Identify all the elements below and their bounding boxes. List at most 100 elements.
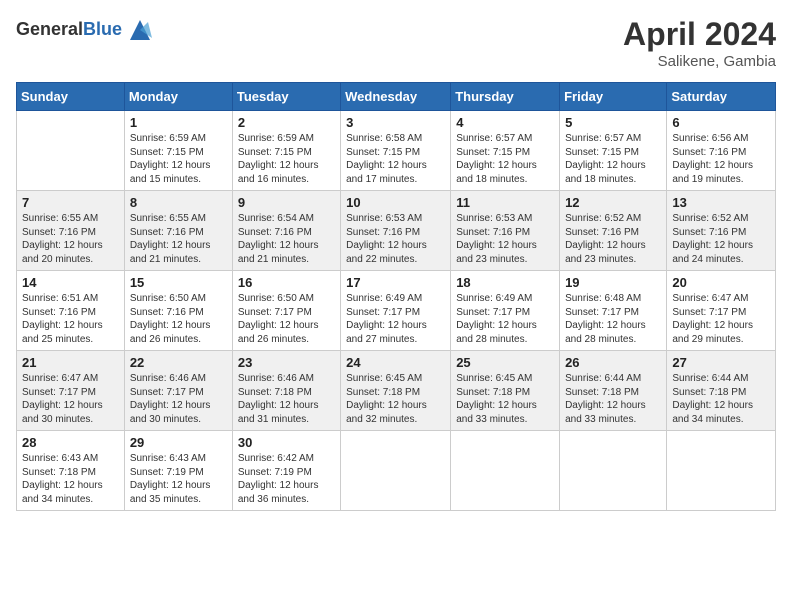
day-info: Sunrise: 6:44 AM Sunset: 7:18 PM Dayligh… [565,372,661,426]
weekday-header-tuesday: Tuesday [232,83,340,111]
calendar-cell: 28Sunrise: 6:43 AM Sunset: 7:18 PM Dayli… [17,431,125,511]
calendar-cell: 27 Sunrise: 6:44 AM Sunset: 7:18 PM Dayli… [667,351,776,431]
day-number: 11 [456,195,554,210]
calendar-cell: 16 Sunrise: 6:50 AM Sunset: 7:17 PM Dayli… [232,271,340,351]
page-header: GeneralBlue April 2024 Salikene, Gambia [16,16,776,70]
day-number: 9 [238,195,335,210]
day-number: 7 [22,195,119,210]
day-info: Sunrise: 6:57 AM Sunset: 7:15 PM Dayligh… [456,132,554,186]
day-info: Sunrise: 6:45 AM Sunset: 7:18 PM Dayligh… [456,372,554,426]
weekday-header-thursday: Thursday [451,83,560,111]
day-number: 16 [238,275,335,290]
day-info: Sunrise: 6:57 AM Sunset: 7:15 PM Dayligh… [565,132,661,186]
day-info: Sunrise: 6:46 AM Sunset: 7:18 PM Dayligh… [238,372,335,426]
day-number: 18 [456,275,554,290]
day-number: 24 [346,355,445,370]
day-info: Sunrise: 6:51 AM Sunset: 7:16 PM Dayligh… [22,292,119,346]
day-info: Sunrise: 6:42 AM Sunset: 7:19 PM Dayligh… [238,452,335,506]
calendar-cell: 26 Sunrise: 6:44 AM Sunset: 7:18 PM Dayli… [560,351,667,431]
weekday-header-monday: Monday [124,83,232,111]
calendar-cell: 22Sunrise: 6:46 AM Sunset: 7:17 PM Dayli… [124,351,232,431]
day-info: Sunrise: 6:45 AM Sunset: 7:18 PM Dayligh… [346,372,445,426]
day-number: 29 [130,435,227,450]
calendar-week-row: 28Sunrise: 6:43 AM Sunset: 7:18 PM Dayli… [17,431,776,511]
calendar-cell: 1 Sunrise: 6:59 AM Sunset: 7:15 PM Daylig… [124,111,232,191]
day-number: 27 [672,355,770,370]
calendar-cell [341,431,451,511]
day-number: 19 [565,275,661,290]
calendar-cell: 29 Sunrise: 6:43 AM Sunset: 7:19 PM Dayli… [124,431,232,511]
day-number: 10 [346,195,445,210]
calendar-cell: 13Sunrise: 6:52 AM Sunset: 7:16 PM Dayli… [667,191,776,271]
day-info: Sunrise: 6:53 AM Sunset: 7:16 PM Dayligh… [346,212,445,266]
calendar-cell: 20Sunrise: 6:47 AM Sunset: 7:17 PM Dayli… [667,271,776,351]
calendar-cell: 12 Sunrise: 6:52 AM Sunset: 7:16 PM Dayli… [560,191,667,271]
weekday-header-sunday: Sunday [17,83,125,111]
day-number: 5 [565,115,661,130]
day-number: 8 [130,195,227,210]
day-number: 30 [238,435,335,450]
day-info: Sunrise: 6:48 AM Sunset: 7:17 PM Dayligh… [565,292,661,346]
calendar-cell: 19 Sunrise: 6:48 AM Sunset: 7:17 PM Dayli… [560,271,667,351]
day-info: Sunrise: 6:52 AM Sunset: 7:16 PM Dayligh… [672,212,770,266]
day-number: 26 [565,355,661,370]
day-info: Sunrise: 6:59 AM Sunset: 7:15 PM Dayligh… [238,132,335,186]
calendar-cell: 24 Sunrise: 6:45 AM Sunset: 7:18 PM Dayli… [341,351,451,431]
calendar-cell: 3 Sunrise: 6:58 AM Sunset: 7:15 PM Daylig… [341,111,451,191]
day-info: Sunrise: 6:49 AM Sunset: 7:17 PM Dayligh… [456,292,554,346]
calendar-week-row: 7 Sunrise: 6:55 AM Sunset: 7:16 PM Daylig… [17,191,776,271]
day-info: Sunrise: 6:49 AM Sunset: 7:17 PM Dayligh… [346,292,445,346]
calendar-cell [17,111,125,191]
day-number: 2 [238,115,335,130]
day-info: Sunrise: 6:58 AM Sunset: 7:15 PM Dayligh… [346,132,445,186]
day-number: 17 [346,275,445,290]
day-info: Sunrise: 6:43 AM Sunset: 7:18 PM Dayligh… [22,452,119,506]
day-number: 3 [346,115,445,130]
day-number: 21 [22,355,119,370]
calendar-cell: 2 Sunrise: 6:59 AM Sunset: 7:15 PM Daylig… [232,111,340,191]
calendar-week-row: 21 Sunrise: 6:47 AM Sunset: 7:17 PM Dayli… [17,351,776,431]
day-info: Sunrise: 6:47 AM Sunset: 7:17 PM Dayligh… [672,292,770,346]
day-number: 1 [130,115,227,130]
day-info: Sunrise: 6:44 AM Sunset: 7:18 PM Dayligh… [672,372,770,426]
calendar-cell: 21 Sunrise: 6:47 AM Sunset: 7:17 PM Dayli… [17,351,125,431]
calendar-cell: 17 Sunrise: 6:49 AM Sunset: 7:17 PM Dayli… [341,271,451,351]
calendar-cell [560,431,667,511]
day-info: Sunrise: 6:53 AM Sunset: 7:16 PM Dayligh… [456,212,554,266]
calendar-week-row: 14 Sunrise: 6:51 AM Sunset: 7:16 PM Dayli… [17,271,776,351]
calendar-cell [667,431,776,511]
day-info: Sunrise: 6:59 AM Sunset: 7:15 PM Dayligh… [130,132,227,186]
calendar-cell: 14 Sunrise: 6:51 AM Sunset: 7:16 PM Dayli… [17,271,125,351]
calendar-cell: 4 Sunrise: 6:57 AM Sunset: 7:15 PM Daylig… [451,111,560,191]
calendar-cell: 10 Sunrise: 6:53 AM Sunset: 7:16 PM Dayli… [341,191,451,271]
day-info: Sunrise: 6:47 AM Sunset: 7:17 PM Dayligh… [22,372,119,426]
day-number: 6 [672,115,770,130]
day-info: Sunrise: 6:43 AM Sunset: 7:19 PM Dayligh… [130,452,227,506]
day-number: 4 [456,115,554,130]
day-number: 14 [22,275,119,290]
day-info: Sunrise: 6:52 AM Sunset: 7:16 PM Dayligh… [565,212,661,266]
calendar-table: SundayMondayTuesdayWednesdayThursdayFrid… [16,82,776,511]
calendar-cell [451,431,560,511]
calendar-cell: 6 Sunrise: 6:56 AM Sunset: 7:16 PM Daylig… [667,111,776,191]
calendar-week-row: 1 Sunrise: 6:59 AM Sunset: 7:15 PM Daylig… [17,111,776,191]
title-block: April 2024 Salikene, Gambia [623,16,776,70]
weekday-header-friday: Friday [560,83,667,111]
logo-icon [126,16,154,44]
calendar-cell: 7 Sunrise: 6:55 AM Sunset: 7:16 PM Daylig… [17,191,125,271]
day-info: Sunrise: 6:55 AM Sunset: 7:16 PM Dayligh… [22,212,119,266]
logo-general: GeneralBlue [16,20,122,40]
calendar-cell: 18 Sunrise: 6:49 AM Sunset: 7:17 PM Dayli… [451,271,560,351]
calendar-cell: 23 Sunrise: 6:46 AM Sunset: 7:18 PM Dayli… [232,351,340,431]
weekday-header-wednesday: Wednesday [341,83,451,111]
day-number: 12 [565,195,661,210]
day-info: Sunrise: 6:50 AM Sunset: 7:17 PM Dayligh… [238,292,335,346]
logo: GeneralBlue [16,16,154,44]
calendar-cell: 9Sunrise: 6:54 AM Sunset: 7:16 PM Daylig… [232,191,340,271]
calendar-cell: 30 Sunrise: 6:42 AM Sunset: 7:19 PM Dayli… [232,431,340,511]
day-info: Sunrise: 6:50 AM Sunset: 7:16 PM Dayligh… [130,292,227,346]
weekday-header-saturday: Saturday [667,83,776,111]
month-title: April 2024 [623,16,776,53]
day-info: Sunrise: 6:56 AM Sunset: 7:16 PM Dayligh… [672,132,770,186]
day-number: 23 [238,355,335,370]
